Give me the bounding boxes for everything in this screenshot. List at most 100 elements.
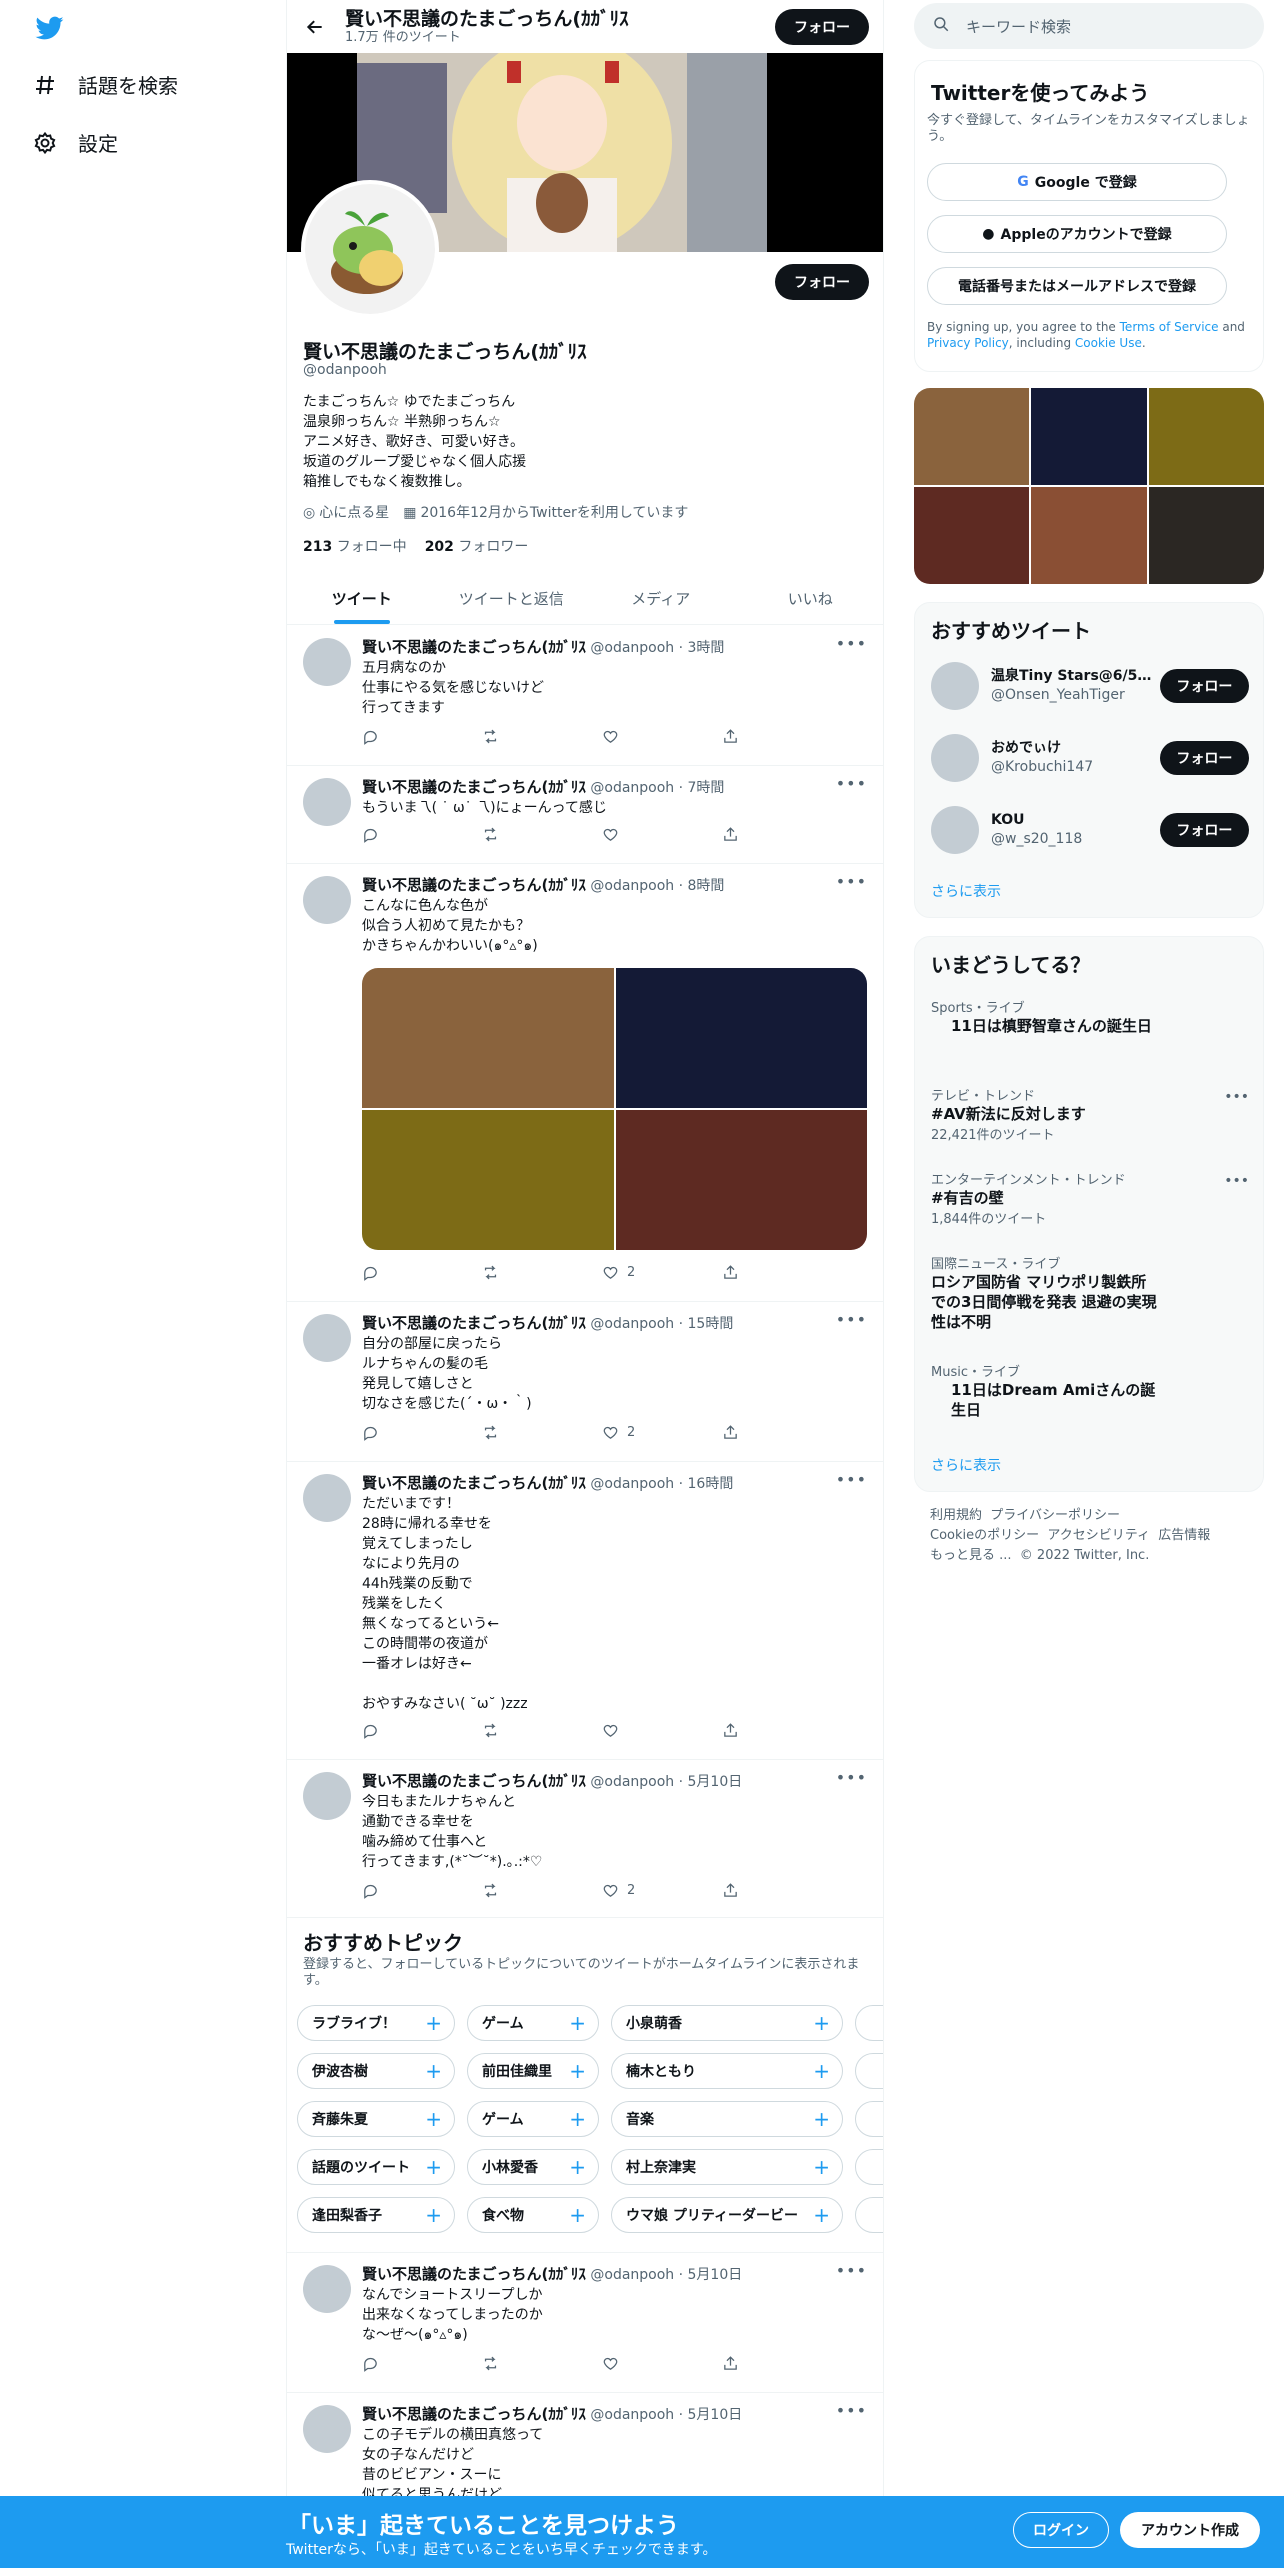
avatar[interactable]: [303, 1772, 351, 1820]
avatar[interactable]: [303, 2265, 351, 2313]
topic-chip-overflow[interactable]: [855, 2101, 883, 2137]
tweet-time[interactable]: · 7時間: [679, 780, 725, 796]
tweet[interactable]: 賢い不思議のたまごっちん(ｶｶﾞﾘｽ @odanpooh · 5月10日 •••…: [287, 1760, 883, 1918]
apple-signup-button[interactable]: ● Appleのアカウントで登録: [927, 215, 1227, 253]
media-thumbnail[interactable]: [1031, 388, 1147, 485]
retweet-button[interactable]: [482, 1424, 542, 1441]
like-button[interactable]: [602, 728, 662, 745]
topic-chip[interactable]: ウマ娘 プリティーダービー +: [611, 2197, 843, 2233]
avatar[interactable]: [303, 638, 351, 686]
tweet-handle[interactable]: @odanpooh: [590, 1316, 674, 1332]
suggested-user[interactable]: おめでぃけ @Krobuchi147 フォロー: [931, 729, 1249, 787]
topic-chip-overflow[interactable]: [855, 2005, 883, 2041]
topic-chip[interactable]: 前田佳織里 +: [467, 2053, 599, 2089]
footer-accessibility[interactable]: アクセシビリティ: [1047, 1528, 1150, 1543]
tweet-author[interactable]: 賢い不思議のたまごっちん(ｶｶﾞﾘｽ: [362, 778, 586, 796]
footer-more[interactable]: もっと見る ...: [930, 1548, 1012, 1563]
search-box[interactable]: キーワード検索: [914, 3, 1264, 49]
suggested-follow-button[interactable]: フォロー: [1159, 741, 1249, 775]
more-icon[interactable]: •••: [836, 634, 867, 653]
signup-button[interactable]: アカウント作成: [1120, 2512, 1260, 2548]
avatar[interactable]: [303, 1474, 351, 1522]
suggested-user[interactable]: 温泉Tiny Stars@6/5L... @Onsen_YeahTiger フォロ…: [931, 657, 1249, 715]
footer-privacy[interactable]: プライバシーポリシー: [990, 1508, 1120, 1523]
tweet-handle[interactable]: @odanpooh: [590, 2407, 674, 2423]
like-button[interactable]: 2: [602, 1424, 662, 1441]
tweet-author[interactable]: 賢い不思議のたまごっちん(ｶｶﾞﾘｽ: [362, 876, 586, 894]
more-icon[interactable]: •••: [836, 774, 867, 793]
tweet-handle[interactable]: @odanpooh: [590, 2267, 674, 2283]
tweet[interactable]: 賢い不思議のたまごっちん(ｶｶﾞﾘｽ @odanpooh · 3時間 ••• 五…: [287, 626, 883, 766]
following-link[interactable]: 213 フォロー中: [303, 536, 407, 556]
tweet-handle[interactable]: @odanpooh: [590, 878, 674, 894]
media-thumbnail[interactable]: [914, 388, 1030, 485]
avatar[interactable]: [931, 662, 979, 710]
topic-chip[interactable]: 伊波杏樹 +: [297, 2053, 455, 2089]
more-icon[interactable]: •••: [836, 1310, 867, 1329]
footer-cookie[interactable]: Cookieのポリシー: [930, 1528, 1039, 1543]
avatar[interactable]: [303, 778, 351, 826]
phone-signup-button[interactable]: 電話番号またはメールアドレスで登録: [927, 267, 1227, 305]
back-arrow-icon[interactable]: [287, 0, 343, 53]
search-input[interactable]: キーワード検索: [966, 16, 1071, 37]
trend-item[interactable]: 国際ニュース・ライブ ロシア国防省 マリウポリ製鉄所での3日間停戦を発表 退避の…: [931, 1253, 1249, 1332]
suggest-more-link[interactable]: さらに表示: [931, 881, 1001, 901]
tweet-time[interactable]: · 8時間: [679, 878, 725, 894]
tweet-media-grid[interactable]: [362, 968, 867, 1250]
trend-item[interactable]: Music・ライブ 11日はDream Amiさんの誕生日: [931, 1361, 1249, 1420]
footer-ads[interactable]: 広告情報: [1158, 1528, 1210, 1543]
tweet-author[interactable]: 賢い不思議のたまごっちん(ｶｶﾞﾘｽ: [362, 2265, 586, 2283]
media-thumbnail[interactable]: [1148, 487, 1264, 584]
topic-chip[interactable]: 小泉萌香 +: [611, 2005, 843, 2041]
profile-avatar[interactable]: [301, 180, 439, 318]
tab-likes[interactable]: いいね: [736, 572, 884, 624]
avatar[interactable]: [931, 734, 979, 782]
reply-button[interactable]: [362, 2355, 422, 2372]
login-button[interactable]: ログイン: [1013, 2512, 1109, 2548]
topic-chip[interactable]: 話題のツイート +: [297, 2149, 455, 2185]
tweet-author[interactable]: 賢い不思議のたまごっちん(ｶｶﾞﾘｽ: [362, 638, 586, 656]
privacy-link[interactable]: Privacy Policy: [927, 336, 1009, 350]
retweet-button[interactable]: [482, 1264, 542, 1281]
more-icon[interactable]: •••: [836, 1470, 867, 1489]
header-follow-button[interactable]: フォロー: [775, 9, 869, 45]
followers-link[interactable]: 202 フォロワー: [425, 536, 529, 556]
google-signup-button[interactable]: G Google で登録: [927, 163, 1227, 201]
avatar[interactable]: [303, 2405, 351, 2453]
terms-link[interactable]: Terms of Service: [1120, 320, 1219, 334]
tweet[interactable]: 賢い不思議のたまごっちん(ｶｶﾞﾘｽ @odanpooh · 7時間 ••• も…: [287, 766, 883, 864]
tweet-photo[interactable]: [615, 968, 867, 1108]
suggested-follow-button[interactable]: フォロー: [1159, 669, 1249, 703]
more-icon[interactable]: •••: [836, 2261, 867, 2280]
topic-chip-overflow[interactable]: [855, 2149, 883, 2185]
topic-chip[interactable]: 小林愛香 +: [467, 2149, 599, 2185]
share-button[interactable]: [722, 1722, 782, 1739]
like-button[interactable]: [602, 2355, 662, 2372]
reply-button[interactable]: [362, 1722, 422, 1739]
tweet-time[interactable]: · 5月10日: [679, 2407, 743, 2423]
tweet-author[interactable]: 賢い不思議のたまごっちん(ｶｶﾞﾘｽ: [362, 1474, 586, 1492]
share-button[interactable]: [722, 1882, 782, 1899]
tab-media[interactable]: メディア: [586, 572, 736, 624]
retweet-button[interactable]: [482, 1882, 542, 1899]
suggested-user[interactable]: KOU @w_s20_118 フォロー: [931, 801, 1249, 859]
share-button[interactable]: [722, 728, 782, 745]
trends-more-link[interactable]: さらに表示: [931, 1455, 1001, 1475]
footer-terms[interactable]: 利用規約: [930, 1508, 982, 1523]
topic-chip[interactable]: ゲーム +: [467, 2005, 599, 2041]
like-button[interactable]: [602, 1722, 662, 1739]
share-button[interactable]: [722, 1424, 782, 1441]
reply-button[interactable]: [362, 1264, 422, 1281]
retweet-button[interactable]: [482, 2355, 542, 2372]
tweet-photo[interactable]: [362, 1110, 614, 1250]
topic-chip[interactable]: 楠木ともり +: [611, 2053, 843, 2089]
topic-chip[interactable]: 村上奈津実 +: [611, 2149, 843, 2185]
trend-item[interactable]: Sports・ライブ 11日は槙野智章さんの誕生日: [931, 997, 1249, 1036]
topic-chip-overflow[interactable]: [855, 2053, 883, 2089]
tweet[interactable]: 賢い不思議のたまごっちん(ｶｶﾞﾘｽ @odanpooh · 5月10日 •••…: [287, 2393, 883, 2512]
tweet-handle[interactable]: @odanpooh: [590, 1476, 674, 1492]
topic-chip[interactable]: ラブライブ！ +: [297, 2005, 455, 2041]
tweet-author[interactable]: 賢い不思議のたまごっちん(ｶｶﾞﾘｽ: [362, 2405, 586, 2423]
profile-follow-button[interactable]: フォロー: [775, 264, 869, 300]
tweet-photo[interactable]: [362, 968, 614, 1108]
